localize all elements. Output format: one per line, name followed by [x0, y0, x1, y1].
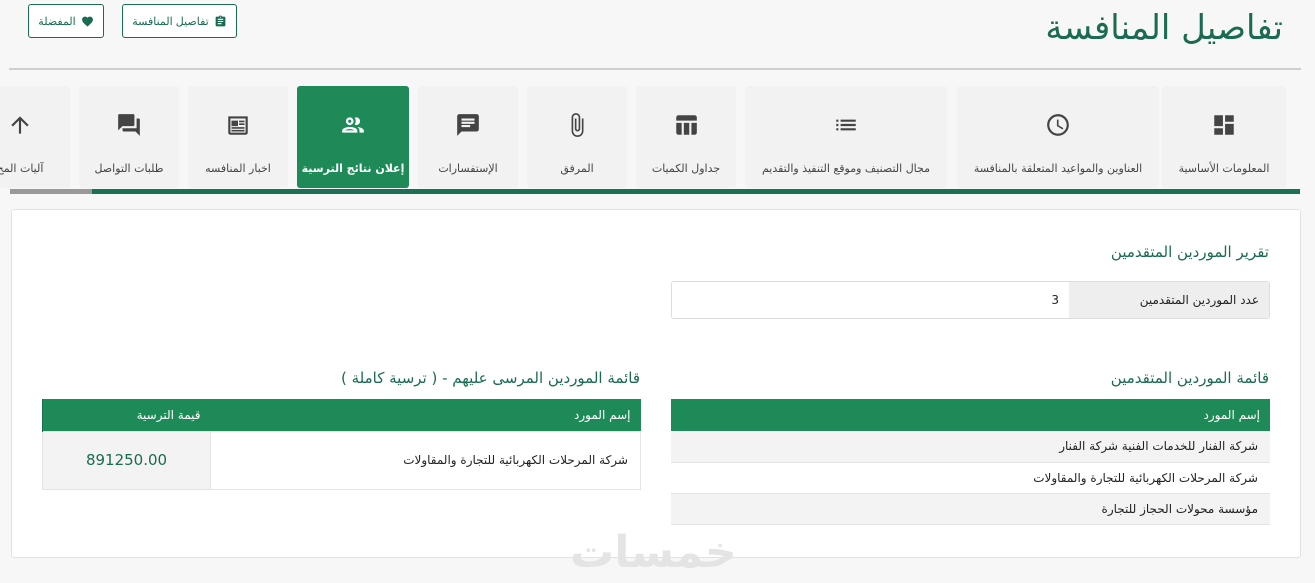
- tab-label: اخبار المنافسه: [205, 162, 271, 175]
- tab-label: العناوين والمواعيد المتعلقة بالمنافسة: [973, 162, 1143, 175]
- tab-label: المرفق: [560, 162, 594, 175]
- tab-label: طلبات التواصل: [94, 162, 164, 175]
- column-header-supplier: إسم المورد: [210, 399, 641, 431]
- tab-addresses-dates[interactable]: العناوين والمواعيد المتعلقة بالمنافسة: [957, 86, 1159, 188]
- paperclip-icon: [564, 112, 590, 138]
- column-header-award-value: قيمة الترسية: [42, 399, 211, 431]
- page-title: تفاصيل المنافسة: [1045, 8, 1283, 48]
- award-value: 891250.00: [42, 430, 211, 490]
- tab-attachment[interactable]: المرفق: [527, 86, 627, 188]
- supplier-name: شركة المرحلات الكهربائية للتجارة والمقاو…: [210, 430, 641, 490]
- tab-inquiries[interactable]: الإستفسارات: [418, 86, 518, 188]
- heart-icon: [81, 16, 93, 27]
- tabs-bar: المعلومات الأساسية العناوين والمواعيد ال…: [0, 86, 1315, 196]
- watermark-logo: خمسات: [570, 527, 737, 578]
- report-title: تقرير الموردين المتقدمين: [1110, 243, 1269, 261]
- arrow-up-icon: [7, 112, 33, 138]
- tab-label: آليات المح: [0, 162, 44, 175]
- winners-list-title: قائمة الموردين المرسى عليهم - ( ترسية كا…: [340, 369, 640, 387]
- header-divider: [9, 68, 1301, 70]
- tab-classification[interactable]: مجال التصنيف وموقع التنفيذ والتقديم: [745, 86, 947, 188]
- tab-quantity-tables[interactable]: جداول الكميات: [636, 86, 736, 188]
- supplier-name: شركة المرحلات الكهربائية للتجارة والمقاو…: [671, 462, 1270, 494]
- favorite-label: المفضلة: [38, 15, 76, 28]
- bidders-count-field: عدد الموردين المتقدمين 3: [671, 281, 1270, 319]
- tab-label: جداول الكميات: [651, 162, 721, 175]
- tabs-underline: [92, 189, 1300, 194]
- forum-icon: [116, 112, 142, 138]
- tab-label: إعلان نتائج الترسية: [301, 162, 405, 175]
- tab-label: المعلومات الأساسية: [1178, 162, 1270, 175]
- tab-contact-requests[interactable]: طلبات التواصل: [79, 86, 179, 188]
- tab-basic-info[interactable]: المعلومات الأساسية: [1162, 86, 1286, 188]
- message-icon: [455, 112, 481, 138]
- table-icon: [673, 112, 699, 138]
- tab-label: مجال التصنيف وموقع التنفيذ والتقديم: [761, 162, 931, 175]
- bidders-count-value: 3: [672, 282, 1069, 318]
- table-row: مؤسسة محولات الحجاز للتجارة: [671, 493, 1270, 525]
- favorite-button[interactable]: المفضلة: [28, 4, 104, 38]
- people-icon: [340, 112, 366, 138]
- tab-competition-news[interactable]: اخبار المنافسه: [188, 86, 288, 188]
- winners-table: إسم المورد قيمة الترسية شركة المرحلات ال…: [42, 399, 641, 490]
- table-row: شركة المرحلات الكهربائية للتجارة والمقاو…: [42, 430, 641, 490]
- bidders-list-title: قائمة الموردين المتقدمين: [1110, 369, 1269, 387]
- dashboard-icon: [1211, 112, 1237, 138]
- tab-mechanisms[interactable]: آليات المح: [0, 86, 70, 188]
- bidders-table: إسم المورد شركة الفنار للخدمات الفنية شر…: [671, 399, 1270, 525]
- newspaper-icon: [225, 112, 251, 138]
- table-row: شركة المرحلات الكهربائية للتجارة والمقاو…: [671, 462, 1270, 494]
- table-row: شركة الفنار للخدمات الفنية شركة الفنار: [671, 431, 1270, 463]
- competition-details-button[interactable]: تفاصيل المنافسة: [122, 4, 237, 38]
- tab-award-results[interactable]: إعلان نتائج الترسية: [297, 86, 409, 188]
- tab-label: الإستفسارات: [438, 162, 498, 175]
- list-icon: [833, 112, 859, 138]
- supplier-name: شركة الفنار للخدمات الفنية شركة الفنار: [671, 431, 1270, 463]
- column-header-supplier: إسم المورد: [671, 399, 1270, 431]
- clock-icon: [1045, 112, 1071, 138]
- supplier-name: مؤسسة محولات الحجاز للتجارة: [671, 493, 1270, 525]
- clipboard-icon: [215, 15, 226, 26]
- competition-details-label: تفاصيل المنافسة: [132, 15, 209, 28]
- tabs-scroll-track: [10, 189, 92, 194]
- bidders-count-label: عدد الموردين المتقدمين: [1069, 282, 1269, 318]
